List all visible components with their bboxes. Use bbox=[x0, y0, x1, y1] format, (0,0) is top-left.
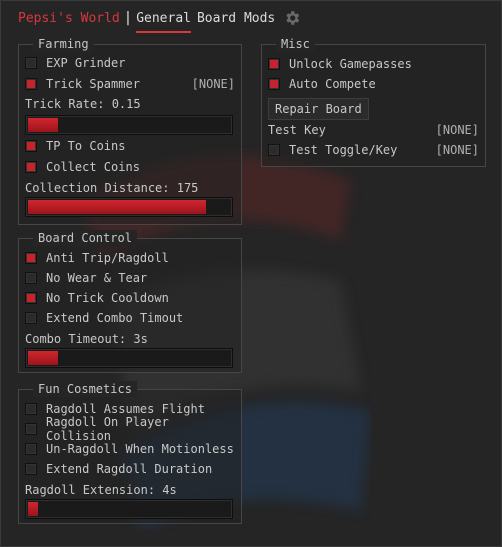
trick-rate-fill bbox=[28, 118, 59, 132]
exp-grinder-label: EXP Grinder bbox=[46, 56, 126, 70]
collect-coins-checkbox[interactable] bbox=[25, 161, 37, 173]
ragdoll-flight-label: Ragdoll Assumes Flight bbox=[46, 402, 205, 416]
collection-distance-slider[interactable] bbox=[25, 197, 233, 217]
title-bar: Pepsi's World | General Board Mods bbox=[1, 1, 501, 35]
farming-title: Farming bbox=[33, 36, 94, 52]
ragdoll-collision-toggle[interactable]: Ragdoll On Player Collision bbox=[25, 415, 235, 443]
gear-icon[interactable] bbox=[283, 9, 301, 27]
tp-to-coins-label: TP To Coins bbox=[46, 139, 126, 153]
unragdoll-motionless-checkbox[interactable] bbox=[25, 443, 37, 455]
combo-timeout-fill bbox=[28, 351, 59, 365]
test-toggle-keybind[interactable]: [NONE] bbox=[436, 143, 479, 157]
board-control-title: Board Control bbox=[33, 230, 137, 246]
extend-ragdoll-checkbox[interactable] bbox=[25, 463, 37, 475]
tp-to-coins-checkbox[interactable] bbox=[25, 140, 37, 152]
fun-cosmetics-title: Fun Cosmetics bbox=[33, 381, 137, 397]
unlock-gamepasses-checkbox[interactable] bbox=[268, 58, 280, 70]
trick-rate-slider[interactable] bbox=[25, 115, 233, 135]
ragdoll-extension-row: Ragdoll Extension: 4s bbox=[25, 481, 235, 499]
trick-spammer-checkbox[interactable] bbox=[25, 78, 37, 90]
auto-compete-checkbox[interactable] bbox=[268, 78, 280, 90]
trick-spammer-keybind[interactable]: [NONE] bbox=[192, 77, 235, 91]
auto-compete-label: Auto Compete bbox=[289, 77, 376, 91]
ragdoll-collision-label: Ragdoll On Player Collision bbox=[46, 415, 169, 443]
ragdoll-extension-fill bbox=[28, 502, 39, 516]
collect-coins-label: Collect Coins bbox=[46, 160, 140, 174]
unragdoll-motionless-toggle[interactable]: Un-Ragdoll When Motionless bbox=[25, 440, 235, 458]
collect-coins-toggle[interactable]: Collect Coins bbox=[25, 158, 235, 176]
no-trick-cooldown-toggle[interactable]: No Trick Cooldown bbox=[25, 289, 235, 307]
misc-title: Misc bbox=[276, 36, 315, 52]
collection-distance-fill bbox=[28, 200, 206, 214]
no-wear-label: No Wear & Tear bbox=[46, 271, 148, 285]
trick-spammer-toggle[interactable]: Trick Spammer [NONE] bbox=[25, 75, 235, 93]
test-key-row: Test Key [NONE] bbox=[268, 121, 479, 139]
unlock-gamepasses-label: Unlock Gamepasses bbox=[289, 57, 412, 71]
no-wear-toggle[interactable]: No Wear & Tear bbox=[25, 269, 235, 287]
ragdoll-flight-checkbox[interactable] bbox=[25, 403, 37, 415]
extend-combo-checkbox[interactable] bbox=[25, 312, 37, 324]
trick-rate-label: Trick Rate: 0.15 bbox=[25, 97, 141, 111]
test-toggle-row[interactable]: Test Toggle/Key [NONE] bbox=[268, 141, 479, 159]
misc-group: Misc Unlock Gamepasses Auto Compete Repa… bbox=[261, 36, 486, 167]
test-toggle-label: Test Toggle/Key bbox=[289, 143, 398, 157]
auto-compete-toggle[interactable]: Auto Compete bbox=[268, 75, 479, 93]
unragdoll-motionless-label: Un-Ragdoll When Motionless bbox=[46, 442, 234, 456]
extend-ragdoll-toggle[interactable]: Extend Ragdoll Duration bbox=[25, 460, 235, 478]
board-control-group: Board Control Anti Trip/Ragdoll No Wear … bbox=[18, 230, 242, 373]
no-wear-checkbox[interactable] bbox=[25, 272, 37, 284]
collection-distance-row: Collection Distance: 175 bbox=[25, 179, 235, 197]
ragdoll-extension-slider[interactable] bbox=[25, 499, 233, 519]
no-trick-cooldown-label: No Trick Cooldown bbox=[46, 291, 169, 305]
anti-trip-checkbox[interactable] bbox=[25, 252, 37, 264]
fun-cosmetics-group: Fun Cosmetics Ragdoll Assumes Flight Rag… bbox=[18, 381, 242, 524]
no-trick-cooldown-checkbox[interactable] bbox=[25, 292, 37, 304]
ragdoll-extension-label: Ragdoll Extension: 4s bbox=[25, 483, 177, 497]
test-toggle-checkbox[interactable] bbox=[268, 144, 280, 156]
tp-to-coins-toggle[interactable]: TP To Coins bbox=[25, 137, 235, 155]
combo-timeout-label: Combo Timeout: 3s bbox=[25, 332, 148, 346]
title-separator: | bbox=[123, 10, 133, 26]
extend-combo-label: Extend Combo Timout bbox=[46, 311, 184, 325]
tab-general[interactable]: General bbox=[136, 9, 191, 33]
farming-group: Farming EXP Grinder Trick Spammer [NONE]… bbox=[18, 36, 242, 225]
anti-trip-toggle[interactable]: Anti Trip/Ragdoll bbox=[25, 249, 235, 267]
anti-trip-label: Anti Trip/Ragdoll bbox=[46, 251, 169, 265]
test-key-keybind[interactable]: [NONE] bbox=[436, 123, 479, 137]
collection-distance-label: Collection Distance: 175 bbox=[25, 181, 199, 195]
repair-board-button[interactable]: Repair Board bbox=[268, 98, 369, 120]
exp-grinder-toggle[interactable]: EXP Grinder bbox=[25, 54, 235, 72]
ragdoll-collision-checkbox[interactable] bbox=[25, 423, 37, 435]
combo-timeout-slider[interactable] bbox=[25, 348, 233, 368]
trick-rate-row: Trick Rate: 0.15 bbox=[25, 95, 235, 113]
menu-window: Pepsi's World | General Board Mods Farmi… bbox=[0, 0, 502, 547]
trick-spammer-label: Trick Spammer bbox=[46, 77, 140, 91]
app-title: Pepsi's World bbox=[18, 10, 120, 26]
unlock-gamepasses-toggle[interactable]: Unlock Gamepasses bbox=[268, 55, 479, 73]
extend-combo-toggle[interactable]: Extend Combo Timout bbox=[25, 309, 235, 327]
combo-timeout-row: Combo Timeout: 3s bbox=[25, 330, 235, 348]
extend-ragdoll-label: Extend Ragdoll Duration bbox=[46, 462, 213, 476]
tab-board-mods[interactable]: Board Mods bbox=[197, 9, 275, 28]
exp-grinder-checkbox[interactable] bbox=[25, 57, 37, 69]
test-key-label: Test Key bbox=[268, 123, 326, 137]
